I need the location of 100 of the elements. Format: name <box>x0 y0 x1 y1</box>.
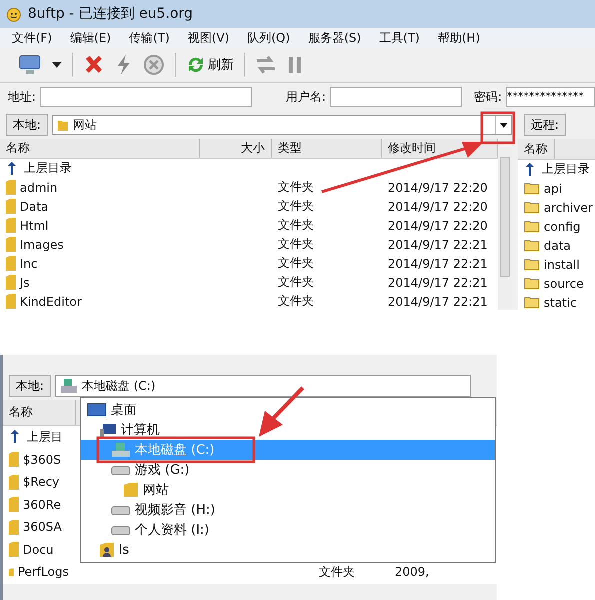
remote-button[interactable]: 远程: <box>524 114 566 136</box>
local-button[interactable]: 本地: <box>9 375 52 397</box>
folder-icon <box>6 294 16 309</box>
folder-icon <box>6 218 16 233</box>
dropdown-item[interactable]: 游戏 (G:) <box>81 460 495 480</box>
caret-icon[interactable] <box>52 62 62 68</box>
folder-icon <box>524 239 540 252</box>
column-header[interactable]: 类型 <box>272 139 382 158</box>
menu-item[interactable]: 帮助(H) <box>438 30 480 46</box>
refresh-icon <box>186 56 206 74</box>
folder-icon <box>57 118 70 132</box>
scrollbar[interactable] <box>498 139 512 310</box>
folder-icon <box>9 497 19 512</box>
folder-icon <box>123 482 139 498</box>
column-header[interactable]: 名称 <box>3 400 76 425</box>
annotation-box <box>480 112 516 144</box>
column-header[interactable]: 名称 <box>0 139 200 158</box>
address-label: 地址: <box>8 88 36 106</box>
file-type: 文件夹 <box>277 236 315 253</box>
folder-icon <box>6 199 16 214</box>
folder-icon <box>524 277 540 290</box>
menu-item[interactable]: 传输(T) <box>129 30 170 46</box>
address-field[interactable] <box>40 87 252 107</box>
file-name[interactable]: Inc <box>20 256 38 270</box>
drive-icon <box>111 442 131 458</box>
file-type: 文件夹 <box>277 274 315 291</box>
file-type: 文件夹 <box>277 217 315 234</box>
file-name[interactable]: KindEditor <box>20 294 82 308</box>
cancel-icon[interactable] <box>143 54 165 76</box>
cross-icon[interactable] <box>83 54 105 76</box>
dropdown-item[interactable]: 个人资料 (I:) <box>81 520 495 540</box>
folder-icon <box>9 520 19 535</box>
folder-icon <box>9 474 19 490</box>
pause-icon[interactable] <box>287 55 303 75</box>
file-type: 文件夹 <box>277 179 315 196</box>
dropdown-item[interactable]: 视频影音 (H:) <box>81 500 495 520</box>
file-name[interactable]: Html <box>20 218 49 232</box>
drive-icon <box>111 504 131 516</box>
modified-time: 2014/9/17 22:21 <box>387 256 489 270</box>
file-name[interactable]: 360Re <box>23 498 62 512</box>
file-name[interactable]: Data <box>20 200 49 214</box>
monitor-icon[interactable] <box>18 54 42 76</box>
modified-time: 2014/9/17 22:21 <box>387 276 489 290</box>
menu-item[interactable]: 服务器(S) <box>308 30 362 46</box>
username-field[interactable] <box>330 87 462 107</box>
drive-icon <box>111 524 131 536</box>
file-type: 文件夹 <box>277 255 315 272</box>
modified-time: 2014/9/17 22:20 <box>387 180 489 194</box>
modified-time: 2014/9/17 22:20 <box>387 200 489 214</box>
folder-icon <box>6 180 16 195</box>
user-folder-icon <box>99 542 115 558</box>
menu-item[interactable]: 队列(Q) <box>248 30 290 46</box>
dropdown-item[interactable]: 桌面 <box>81 400 495 420</box>
file-name[interactable]: $360S <box>23 452 62 467</box>
window-title: 8uftp - 已连接到 eu5.org <box>28 5 194 23</box>
folder-icon <box>524 201 540 214</box>
parent-directory[interactable]: 上层目 <box>27 428 63 446</box>
file-name[interactable]: Images <box>20 238 64 252</box>
file-name[interactable]: Js <box>20 276 30 290</box>
folder-icon <box>6 237 16 252</box>
folder-icon <box>524 220 540 233</box>
dropdown-item[interactable]: 网站 <box>81 480 495 500</box>
menu-item[interactable]: 视图(V) <box>188 30 230 46</box>
menu-item[interactable]: 工具(T) <box>379 30 420 46</box>
file-name[interactable]: 360SA <box>23 520 62 534</box>
modified-time: 2009, <box>395 565 430 580</box>
file-name[interactable]: api <box>544 182 562 196</box>
modified-time: 2014/9/17 22:21 <box>387 294 489 308</box>
dropdown-item[interactable]: ls <box>81 540 495 560</box>
sync-icon[interactable] <box>255 55 277 75</box>
file-name[interactable]: Docu <box>23 542 54 557</box>
menu-item[interactable]: 编辑(E) <box>70 30 112 46</box>
dropdown-item[interactable]: 计算机 <box>81 420 495 440</box>
file-type: 文件夹 <box>277 198 315 215</box>
password-field[interactable]: ************** <box>506 87 595 107</box>
path-dropdown[interactable]: 本地磁盘 (C:) <box>55 375 472 397</box>
folder-icon <box>6 275 16 290</box>
modified-time: 2014/9/17 22:20 <box>387 218 489 232</box>
file-type: 文件夹 <box>319 564 355 581</box>
annotation-arrow <box>259 386 304 437</box>
folder-icon <box>524 296 540 309</box>
path-dropdown[interactable]: 网站 <box>52 115 512 135</box>
refresh-button[interactable]: 刷新 <box>186 56 234 74</box>
menu-item[interactable]: 文件(F) <box>12 30 52 46</box>
desktop-icon <box>87 403 107 417</box>
folder-icon <box>9 542 19 558</box>
parent-directory[interactable]: 上层目录 <box>24 160 72 177</box>
column-header[interactable]: 大小 <box>200 139 272 158</box>
username-label: 用户名: <box>286 88 326 106</box>
file-type: 文件夹 <box>277 293 315 310</box>
local-button[interactable]: 本地: <box>6 114 48 136</box>
caret-icon <box>500 122 508 128</box>
app-icon <box>6 6 22 22</box>
file-name[interactable]: admin <box>20 180 58 194</box>
file-name[interactable]: $Recy <box>23 475 60 490</box>
lightning-icon[interactable] <box>115 54 133 76</box>
file-name[interactable]: PerfLogs <box>18 565 69 580</box>
folder-icon <box>6 256 16 271</box>
drive-icon <box>111 464 131 476</box>
drive-icon <box>60 378 78 394</box>
